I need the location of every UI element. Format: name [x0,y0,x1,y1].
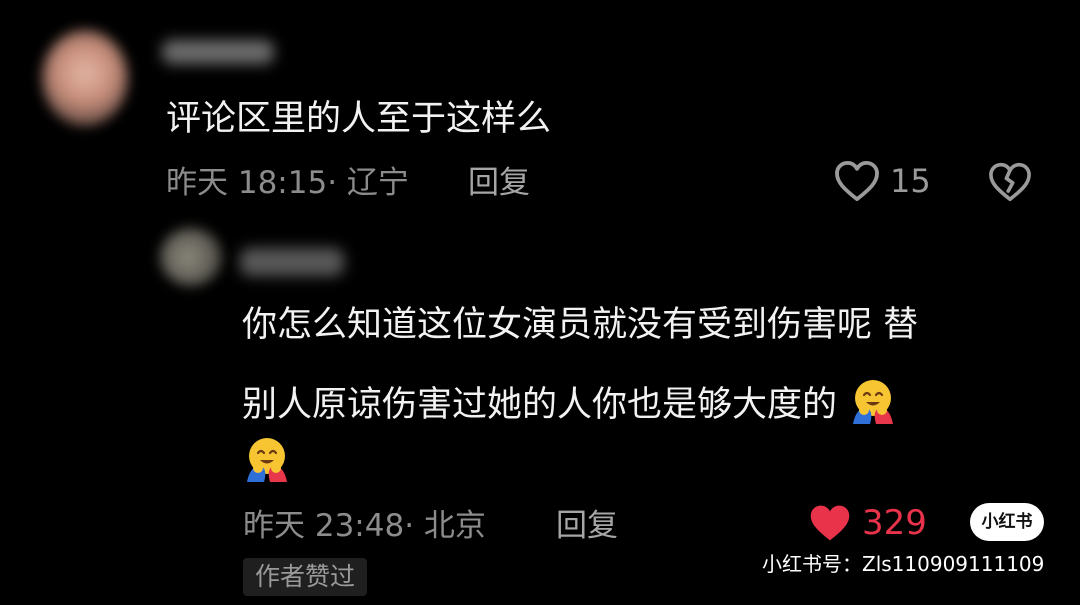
watermark-id: 小红书号：Zls110909111109 [762,552,1045,576]
reply-meta: 昨天 23:48· 北京 [243,508,486,544]
comment-like-count: 15 [890,162,931,200]
hugging-face-emoji [853,380,894,424]
xiaohongshu-logo: 小红书 [970,503,1044,541]
replier-username-blurred[interactable] [240,248,344,276]
replier-avatar[interactable] [160,228,222,286]
comment-text: 评论区里的人至于这样么 [166,99,552,139]
reply-like-button[interactable]: 329 [808,502,927,544]
heart-filled-icon[interactable] [808,502,852,544]
commenter-avatar[interactable] [42,30,128,126]
reply-reply-button[interactable]: 回复 [556,508,618,544]
reply-text-line-1: 你怎么知道这位女演员就没有受到伤害呢 替 [242,305,919,345]
comment-reply-button[interactable]: 回复 [468,165,530,201]
commenter-username-blurred[interactable] [162,40,274,64]
reply-like-count: 329 [862,503,927,543]
reply-text-line-2: 别人原谅伤害过她的人你也是够大度的 [242,385,838,425]
author-liked-badge: 作者赞过 [243,558,368,596]
broken-heart-icon[interactable] [988,162,1032,202]
comment-meta: 昨天 18:15· 辽宁 [166,165,409,201]
hugging-face-emoji [247,438,287,482]
heart-outline-icon[interactable] [834,160,880,202]
comment-like-button[interactable]: 15 [834,160,931,202]
reply-text: 你怎么知道这位女演员就没有受到伤害呢 替 别人原谅伤害过她的人你也是够大度的 [242,305,1032,482]
